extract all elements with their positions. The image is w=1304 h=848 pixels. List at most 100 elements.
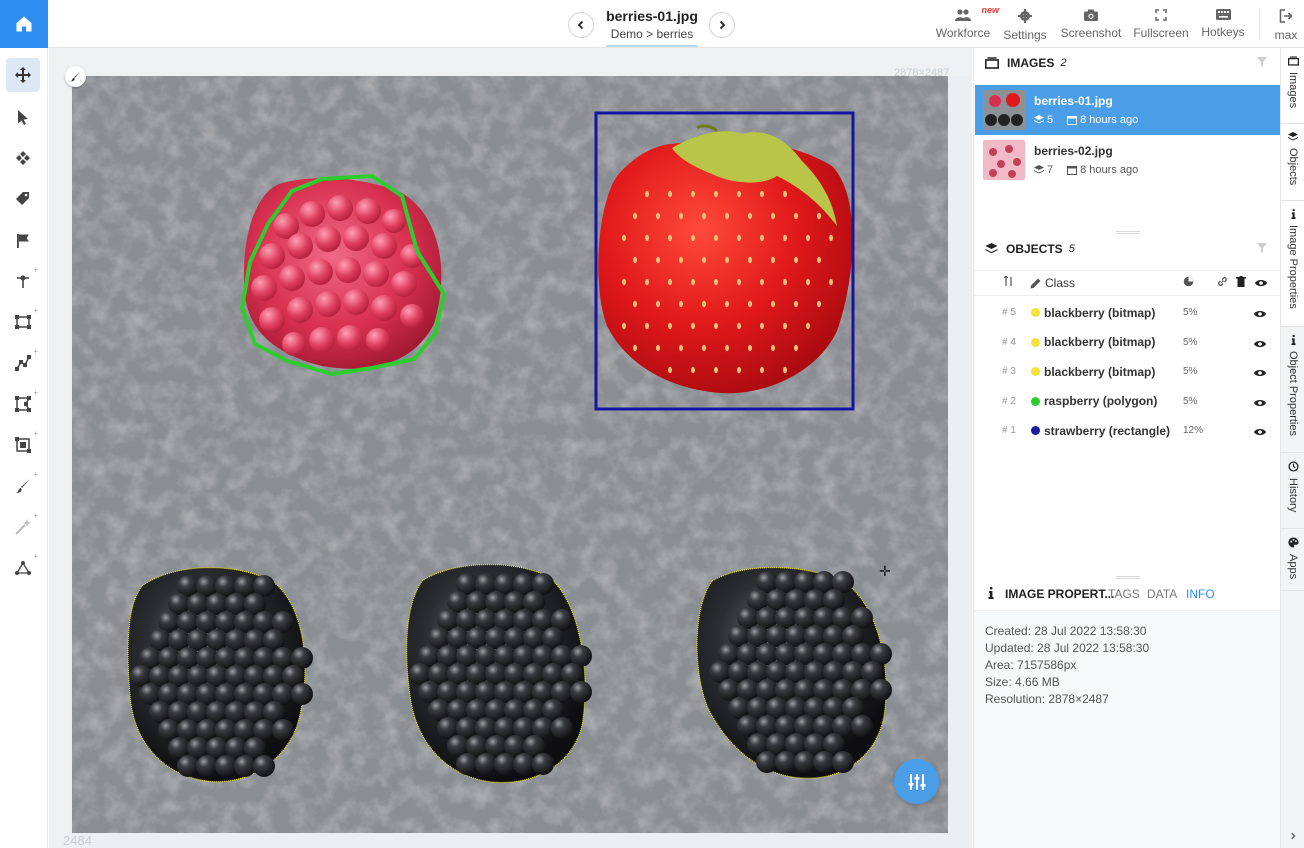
image-info: Created: 28 Jul 2022 13:58:30 Updated: 2… (974, 610, 1280, 848)
tag-tool[interactable] (6, 182, 40, 216)
raspberry[interactable] (243, 177, 442, 369)
home-icon (16, 16, 32, 32)
add-icon: + (33, 347, 38, 356)
tab-data[interactable]: DATA (1147, 587, 1177, 601)
keyboard-icon (1215, 9, 1231, 20)
tab-image-properties[interactable]: Image Properties (1281, 201, 1304, 327)
tab-history[interactable]: History (1281, 453, 1304, 529)
image-list-item[interactable]: berries-02.jpg 7 8 hours ago (975, 135, 1280, 185)
select-tool[interactable] (6, 100, 40, 134)
tab-images[interactable]: Images (1281, 48, 1304, 124)
move-tool[interactable] (6, 58, 40, 92)
ruler-left (49, 48, 71, 848)
chevron-left-icon (577, 20, 584, 30)
image-list-item[interactable]: berries-01.jpg 5 8 hours ago (975, 85, 1280, 135)
logout-button[interactable]: max (1270, 0, 1302, 48)
blackberry-2[interactable] (406, 563, 592, 784)
object-list-item[interactable]: # 2 raspberry (polygon) 5% (974, 387, 1280, 416)
tab-object-properties[interactable]: Object Properties (1281, 327, 1304, 453)
people-icon (955, 9, 971, 21)
fullscreen-label: Fullscreen (1133, 26, 1189, 40)
object-id: # 2 (1002, 395, 1016, 407)
object-list-item[interactable]: # 3 blackberry (bitmap) 5% (974, 357, 1280, 386)
object-area: 5% (1183, 395, 1198, 407)
pencil-icon (1030, 278, 1041, 288)
object-area: 5% (1183, 366, 1198, 377)
settings-button[interactable]: Settings (1001, 0, 1049, 48)
screenshot-button[interactable]: Screenshot (1060, 0, 1122, 48)
previous-image-button[interactable] (568, 12, 594, 38)
layers-icon (985, 243, 998, 254)
info-icon (988, 586, 994, 602)
strawberry[interactable] (598, 124, 853, 394)
brush-settings-button[interactable] (65, 66, 86, 87)
object-area: 5% (1183, 336, 1198, 348)
filter-icon[interactable] (1256, 56, 1268, 71)
filter-icon[interactable] (1256, 242, 1268, 257)
eye-icon[interactable] (1254, 366, 1266, 380)
object-area: 5% (1183, 307, 1198, 318)
eye-icon[interactable] (1254, 307, 1266, 321)
polygon-icon (15, 396, 31, 412)
collapse-panel-button[interactable] (1281, 823, 1304, 848)
layers-icon (1034, 165, 1044, 174)
sort-icon[interactable] (1003, 275, 1013, 290)
drag-tool[interactable] (6, 141, 40, 175)
tab-tags[interactable]: TAGS (1108, 587, 1140, 601)
brush-tool[interactable]: + (6, 469, 40, 503)
graph-icon (15, 561, 31, 575)
object-list-item[interactable]: # 5 blackberry (bitmap) 5% (974, 298, 1280, 327)
next-image-button[interactable] (709, 12, 735, 38)
breadcrumb-separator: > (646, 27, 654, 41)
fullscreen-button[interactable]: Fullscreen (1132, 0, 1190, 48)
point-tool[interactable]: + (6, 264, 40, 298)
magic-wand-tool[interactable]: + (6, 510, 40, 544)
point-icon (17, 275, 29, 288)
eye-icon[interactable] (1254, 425, 1266, 439)
eye-icon[interactable] (1254, 337, 1266, 351)
class-color-dot (1031, 396, 1040, 406)
class-column-header[interactable]: Class (1030, 276, 1075, 290)
objects-count: 5 (1068, 243, 1075, 255)
objects-panel-title: OBJECTS (1006, 242, 1063, 256)
area-icon[interactable] (1183, 276, 1194, 290)
objects-toolbar: Class (974, 270, 1280, 296)
objects-panel-header: OBJECTS 5 (974, 234, 1280, 264)
bitmap-tool[interactable]: + (6, 428, 40, 462)
home-button[interactable] (0, 0, 48, 48)
annotated-image[interactable] (72, 76, 948, 833)
object-list-item[interactable]: # 1 strawberry (rectangle) 12% (974, 416, 1280, 445)
class-color-dot (1031, 426, 1040, 435)
adjustments-button[interactable] (894, 759, 939, 804)
object-list-item[interactable]: # 4 blackberry (bitmap) 5% (974, 328, 1280, 357)
hotkeys-button[interactable]: Hotkeys (1200, 0, 1246, 48)
flag-tool[interactable] (6, 223, 40, 257)
flag-icon (17, 233, 29, 248)
image-thumbnail (983, 90, 1025, 130)
fullscreen-icon (1155, 9, 1167, 21)
side-tabs: Images Objects Image Properties Object P… (1280, 48, 1304, 848)
trash-icon[interactable] (1236, 276, 1246, 290)
object-class-name: raspberry (polygon) (1044, 394, 1158, 408)
tab-apps[interactable]: Apps (1281, 529, 1304, 591)
tab-info[interactable]: INFO (1186, 587, 1215, 601)
workforce-button[interactable]: new Workforce (935, 0, 999, 48)
eye-icon[interactable] (1255, 276, 1267, 290)
right-panel: IMAGES 2 berries-01.jpg 5 8 hours ago be… (973, 48, 1280, 848)
breadcrumb-project[interactable]: Demo (611, 27, 643, 41)
polyline-tool[interactable]: + (6, 346, 40, 380)
eye-icon[interactable] (1254, 396, 1266, 410)
add-icon: + (33, 470, 38, 479)
link-icon[interactable] (1217, 276, 1228, 290)
rectangle-icon (15, 315, 31, 329)
polygon-tool[interactable]: + (6, 387, 40, 421)
rectangle-tool[interactable]: + (6, 305, 40, 339)
tab-objects[interactable]: Objects (1281, 124, 1304, 201)
class-color-dot (1031, 367, 1040, 376)
image-viewport[interactable] (72, 76, 948, 833)
annotation-canvas[interactable]: 2878×2487 ✛ 2484 (49, 48, 972, 848)
settings-label: Settings (1003, 28, 1047, 42)
screenshot-label: Screenshot (1060, 26, 1122, 40)
breadcrumb-dataset[interactable]: berries (657, 27, 694, 41)
graph-tool[interactable]: + (6, 551, 40, 585)
